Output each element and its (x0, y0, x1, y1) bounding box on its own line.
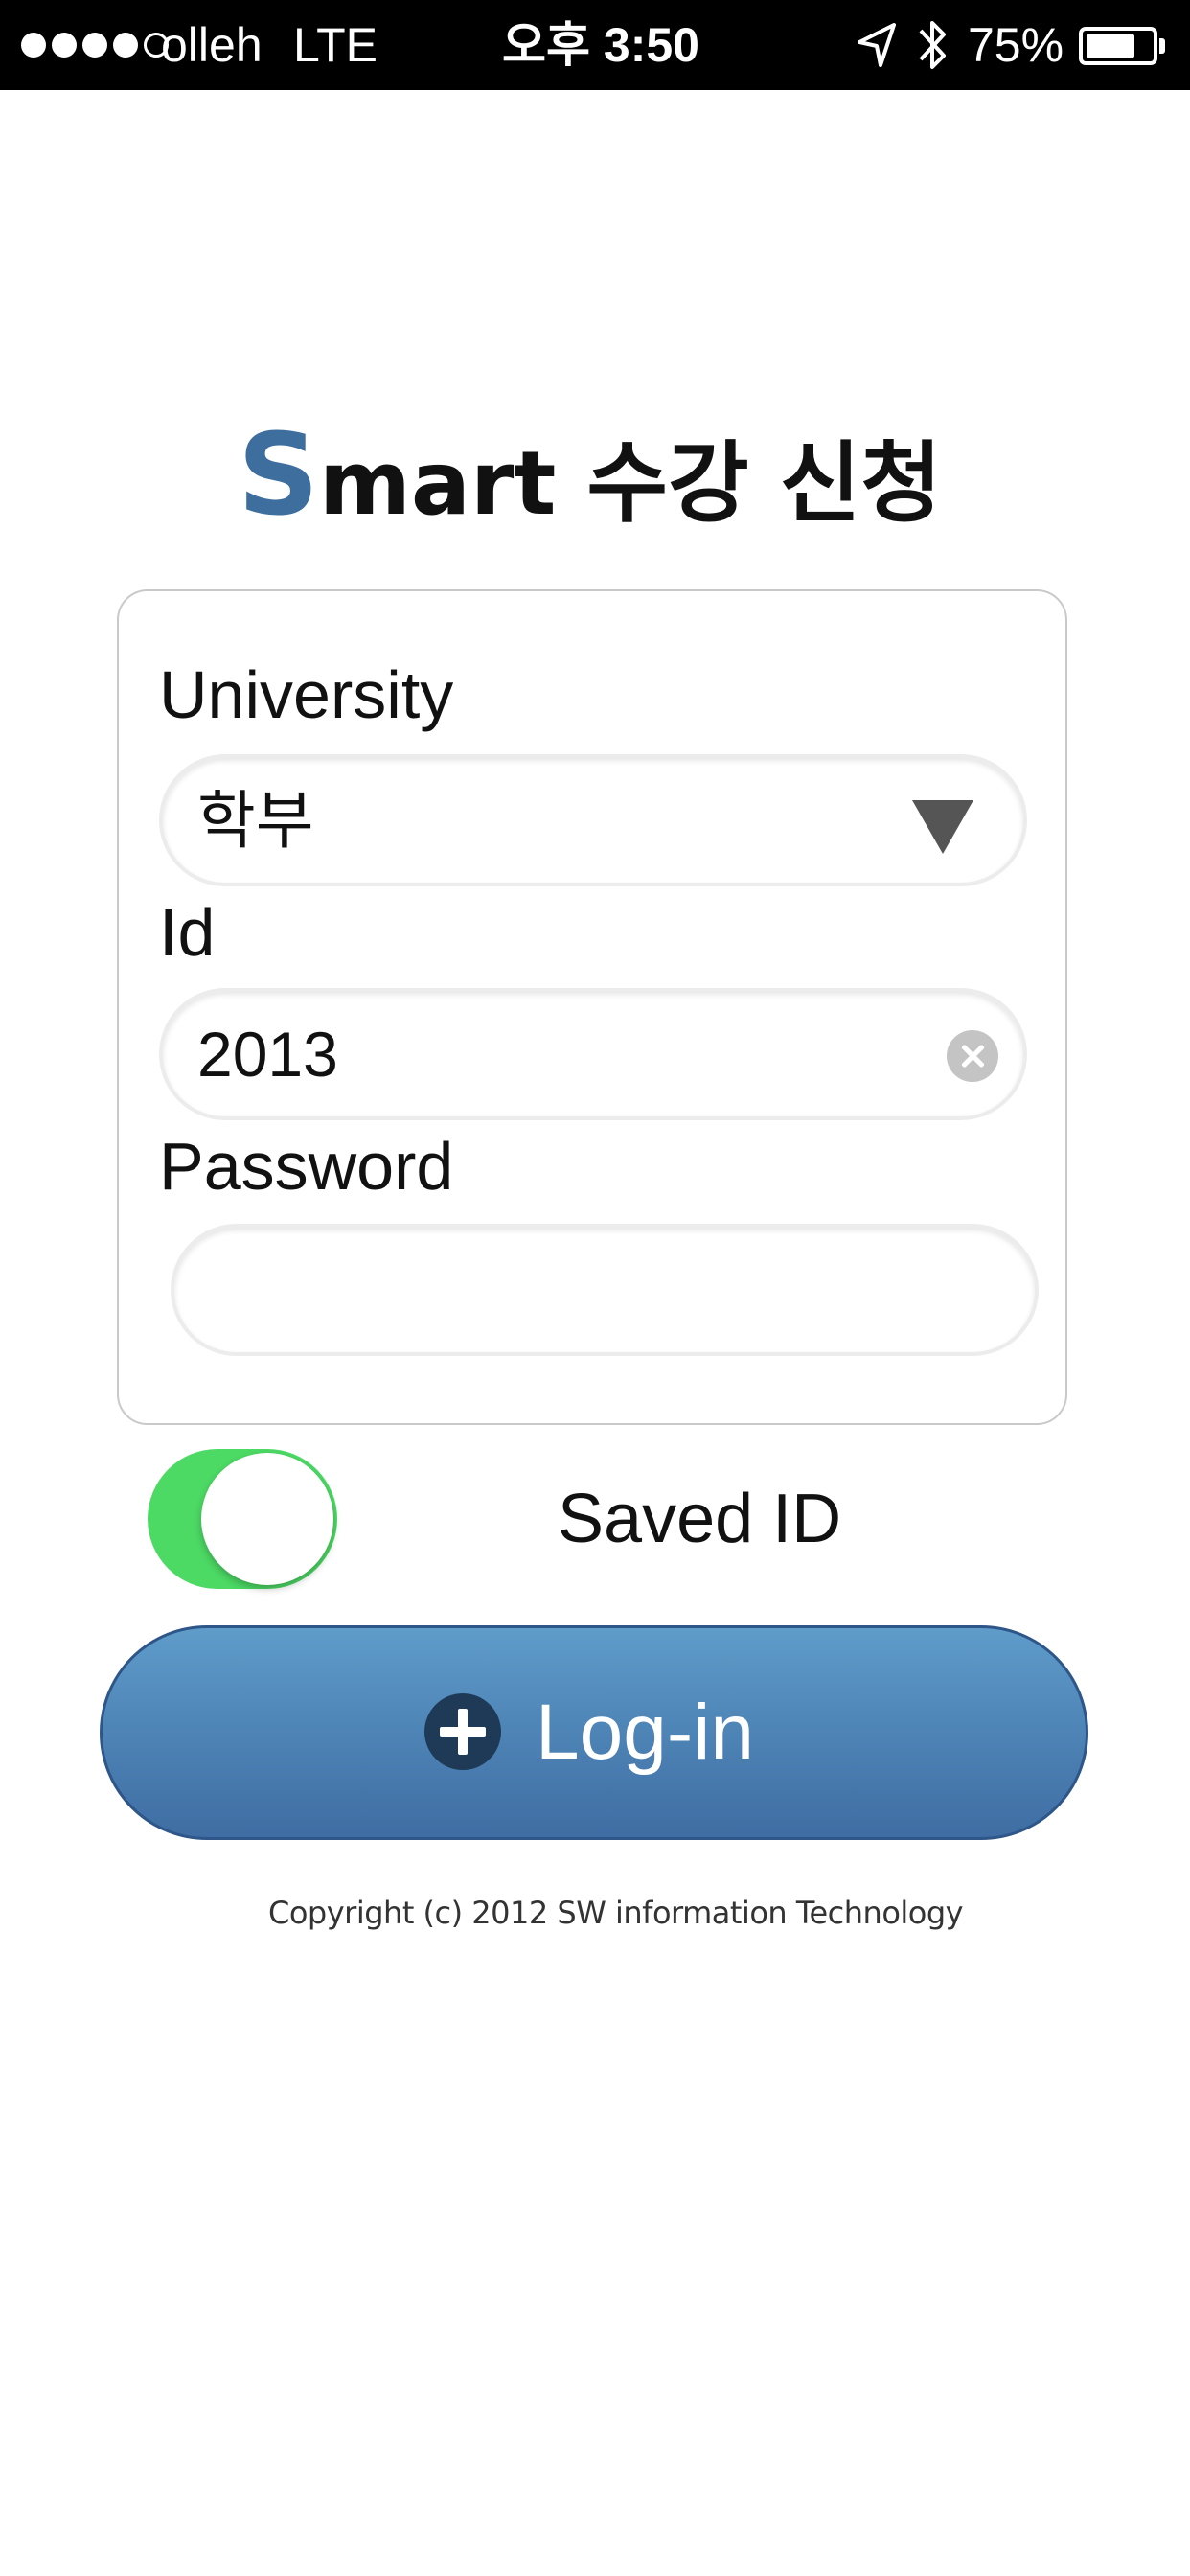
login-form-card: University 학부 Id 2013 Password (117, 589, 1067, 1425)
location-arrow-icon (858, 23, 896, 67)
status-time: 오후 3:50 (502, 18, 699, 72)
university-selected-value: 학부 (197, 785, 314, 856)
network-type: LTE (293, 18, 378, 72)
saved-id-label: Saved ID (558, 1481, 842, 1557)
status-bar: olleh LTE 오후 3:50 75% (0, 0, 1190, 90)
app-title-initial: S (238, 408, 319, 540)
saved-id-toggle[interactable] (148, 1449, 337, 1589)
password-input[interactable] (203, 1241, 1012, 1339)
login-button-label: Log-in (536, 1689, 754, 1776)
bluetooth-icon (919, 21, 946, 69)
app-title-rest: mart 수강 신청 (319, 432, 942, 535)
app-title: Smart 수강 신청 (238, 402, 942, 546)
clear-icon[interactable] (947, 1030, 998, 1082)
battery-percent: 75% (968, 18, 1064, 72)
id-label: Id (159, 895, 216, 970)
toggle-knob[interactable] (201, 1453, 333, 1585)
dropdown-arrow-icon[interactable] (912, 800, 973, 854)
login-button[interactable]: Log-in (100, 1625, 1088, 1840)
battery-tip (1159, 38, 1165, 54)
password-label: Password (159, 1129, 454, 1204)
battery-level-fill (1087, 34, 1134, 58)
copyright-text: Copyright (c) 2012 SW information Techno… (268, 1895, 964, 1931)
id-field[interactable]: 2013 (159, 988, 1027, 1120)
battery-icon (1079, 27, 1157, 65)
university-label: University (159, 657, 454, 732)
plus-circle-icon (424, 1693, 501, 1770)
id-value[interactable]: 2013 (197, 992, 338, 1116)
carrier-name: olleh (161, 18, 263, 72)
university-select[interactable]: 학부 (159, 754, 1027, 886)
signal-strength-icon (21, 0, 169, 90)
password-field[interactable] (171, 1224, 1039, 1356)
